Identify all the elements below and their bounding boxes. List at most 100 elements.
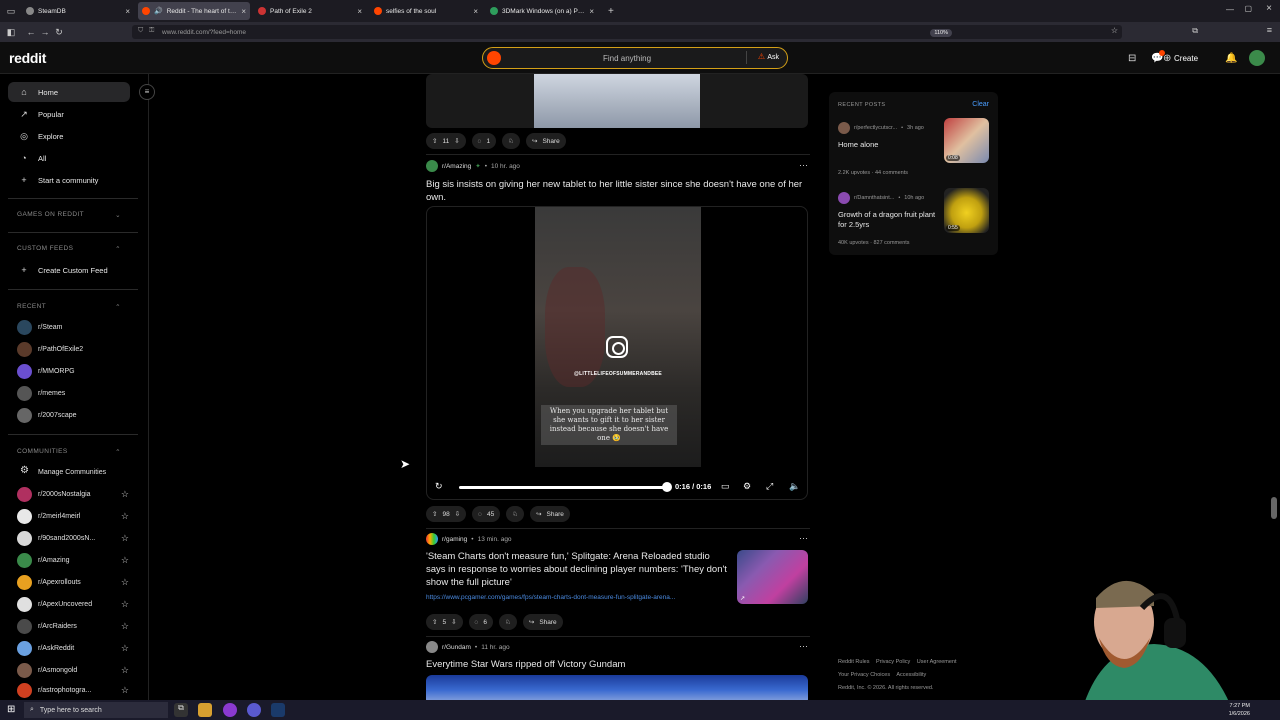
- post-image[interactable]: [426, 675, 808, 700]
- browser-tab-3dmark[interactable]: 3DMark Windows (on a) Phone ×: [486, 2, 598, 20]
- star-icon[interactable]: ☆: [121, 643, 129, 654]
- manage-communities[interactable]: ⚙ Manage Communities: [17, 463, 129, 481]
- close-window-icon[interactable]: ×: [1266, 3, 1272, 14]
- community-item[interactable]: r/astrophotogra... ☆: [17, 681, 129, 699]
- browser-tab-poe2[interactable]: Path of Exile 2 ×: [254, 2, 366, 20]
- bell-icon[interactable]: 🔔: [1225, 53, 1237, 64]
- star-icon[interactable]: ☆: [121, 665, 129, 676]
- ask-button[interactable]: Ask: [767, 54, 779, 61]
- recent-header[interactable]: RECENT ⌃: [17, 303, 121, 311]
- downvote-icon[interactable]: ⇩: [455, 510, 460, 518]
- new-tab-button[interactable]: +: [608, 6, 614, 17]
- community-avatar[interactable]: [426, 160, 438, 172]
- star-icon[interactable]: ☆: [121, 533, 129, 544]
- sidebar-item-popular[interactable]: ↗ Popular: [8, 104, 130, 124]
- captions-icon[interactable]: ▭: [721, 481, 730, 492]
- close-tab-icon[interactable]: ×: [241, 7, 246, 16]
- recent-community[interactable]: r/Steam: [17, 318, 129, 336]
- more-options-icon[interactable]: ⋯: [799, 641, 808, 652]
- fullscreen-icon[interactable]: ⤢: [766, 481, 773, 492]
- star-icon[interactable]: ☆: [121, 621, 129, 632]
- sidebar-item-explore[interactable]: ◎ Explore: [8, 126, 130, 146]
- community-item[interactable]: r/90sand2000sN... ☆: [17, 529, 129, 547]
- community-item[interactable]: r/Apexrollouts ☆: [17, 573, 129, 591]
- post-title[interactable]: Everytime Star Wars ripped off Victory G…: [426, 658, 810, 671]
- collapse-sidebar-button[interactable]: ≡: [139, 84, 155, 100]
- back-icon[interactable]: ←: [24, 27, 38, 37]
- upvote-icon[interactable]: ⇧: [432, 510, 437, 518]
- comments-button[interactable]: ◌ 6: [468, 614, 494, 630]
- video-progress-bar[interactable]: [459, 486, 667, 489]
- close-tab-icon[interactable]: ×: [589, 7, 594, 16]
- task-view-icon[interactable]: ⧉: [174, 703, 188, 717]
- share-button[interactable]: ↪ Share: [525, 133, 566, 149]
- post-title[interactable]: 'Steam Charts don't measure fun,' Splitg…: [426, 550, 730, 589]
- community-item[interactable]: r/Amazing ☆: [17, 551, 129, 569]
- upvote-icon[interactable]: ⇧: [432, 137, 437, 145]
- user-avatar[interactable]: [1249, 50, 1265, 66]
- downvote-icon[interactable]: ⇩: [451, 618, 456, 626]
- settings-icon[interactable]: ⚙: [743, 481, 751, 492]
- footer-link[interactable]: Privacy Policy: [876, 659, 910, 665]
- sidebar-item-start-community[interactable]: + Start a community: [8, 170, 130, 190]
- replay-icon[interactable]: ↻: [435, 481, 443, 492]
- forward-icon[interactable]: →: [38, 27, 52, 37]
- reddit-logo[interactable]: reddit: [9, 50, 46, 66]
- star-icon[interactable]: ☆: [121, 577, 129, 588]
- star-icon[interactable]: ☆: [121, 685, 129, 696]
- games-section-header[interactable]: GAMES ON REDDIT ⌄: [17, 211, 121, 219]
- speaker-icon[interactable]: 🔊: [154, 7, 163, 15]
- custom-feeds-header[interactable]: CUSTOM FEEDS ⌃: [17, 245, 121, 253]
- community-item[interactable]: r/Asmongold ☆: [17, 661, 129, 679]
- footer-link[interactable]: User Agreement: [917, 659, 957, 665]
- share-button[interactable]: ↪ Share: [530, 506, 570, 522]
- bookmark-star-icon[interactable]: ☆: [1111, 26, 1118, 35]
- browser-tab-steamdb[interactable]: SteamDB ×: [22, 2, 134, 20]
- minimize-icon[interactable]: —: [1226, 5, 1234, 14]
- steam-taskbar-icon[interactable]: [271, 703, 285, 717]
- file-explorer-icon[interactable]: [198, 703, 212, 717]
- more-options-icon[interactable]: ⋯: [799, 160, 808, 171]
- upvote-icon[interactable]: ⇧: [432, 618, 437, 626]
- award-button[interactable]: ♘: [506, 506, 525, 522]
- search-bar[interactable]: Find anything ⚠ Ask: [482, 47, 788, 69]
- taskbar-clock[interactable]: 7:27 PM 1/6/2026: [1229, 702, 1250, 718]
- subreddit-link[interactable]: r/gaming: [442, 536, 467, 543]
- post-thumbnail[interactable]: ↗: [737, 550, 808, 604]
- recent-post[interactable]: r/Damnthatsint... • 10h ago Growth of a …: [838, 188, 990, 258]
- recent-community[interactable]: r/2007scape: [17, 406, 129, 424]
- discord-icon[interactable]: [247, 703, 261, 717]
- reload-icon[interactable]: ↻: [52, 27, 66, 38]
- extensions-icon[interactable]: ⧉: [1192, 26, 1198, 36]
- ads-icon[interactable]: ⊟: [1128, 53, 1136, 64]
- url-field[interactable]: ⛉ ⚿ www.reddit.com/?feed=home 110% ☆: [132, 25, 1122, 39]
- firefox-icon[interactable]: [223, 703, 237, 717]
- windows-start-icon[interactable]: ⊞: [7, 704, 15, 715]
- communities-header[interactable]: COMMUNITIES ⌃: [17, 448, 121, 456]
- community-avatar[interactable]: [426, 533, 438, 545]
- create-custom-feed[interactable]: + Create Custom Feed: [8, 260, 130, 280]
- star-icon[interactable]: ☆: [121, 555, 129, 566]
- create-button[interactable]: Create: [1174, 54, 1198, 63]
- footer-link[interactable]: Accessibility: [896, 672, 926, 678]
- community-item[interactable]: r/2000sNostalgia ☆: [17, 485, 129, 503]
- community-item[interactable]: r/AskReddit ☆: [17, 639, 129, 657]
- browser-tab-selfies[interactable]: selfies of the soul ×: [370, 2, 482, 20]
- sidebar-item-home[interactable]: ⌂ Home: [8, 82, 130, 102]
- post-title[interactable]: Big sis insists on giving her new tablet…: [426, 178, 810, 204]
- tab-list-icon[interactable]: ▭: [4, 6, 18, 17]
- taskbar-search[interactable]: ⌕ Type here to search: [24, 702, 168, 718]
- zoom-badge[interactable]: 110%: [930, 29, 952, 37]
- sidebar-item-all[interactable]: ◔ All: [8, 148, 130, 168]
- sidebar-toggle-icon[interactable]: ◧: [4, 27, 18, 38]
- more-options-icon[interactable]: ⋯: [799, 533, 808, 544]
- downvote-icon[interactable]: ⇩: [454, 137, 459, 145]
- browser-tab-reddit[interactable]: 🔊 Reddit - The heart of the internet ×: [138, 2, 250, 20]
- video-scrubber[interactable]: [662, 482, 672, 492]
- community-item[interactable]: r/ArcRaiders ☆: [17, 617, 129, 635]
- footer-link[interactable]: Your Privacy Choices: [838, 672, 890, 678]
- menu-icon[interactable]: ≡: [1267, 25, 1272, 35]
- award-button[interactable]: ♘: [502, 133, 520, 149]
- page-scrollbar[interactable]: [1271, 497, 1277, 519]
- recent-community[interactable]: r/MMORPG: [17, 362, 129, 380]
